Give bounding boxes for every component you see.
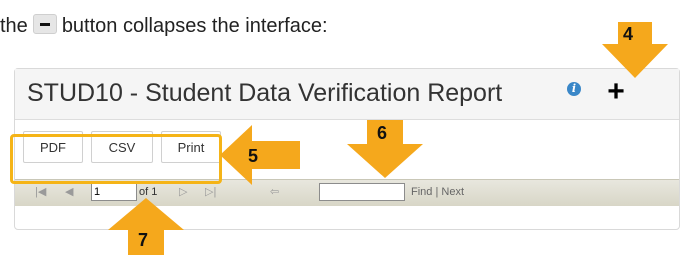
find-links: Find | Next: [411, 186, 464, 198]
instruction-before: the: [0, 15, 28, 37]
panel-header: STUD10 - Student Data Verification Repor…: [15, 69, 679, 120]
previous-page-icon[interactable]: ◀: [65, 185, 73, 199]
callout-label-5: 5: [248, 146, 259, 166]
instruction-text: the button collapses the interface:: [0, 14, 328, 38]
page-count-text: of 1: [139, 186, 158, 198]
plus-icon: +: [607, 75, 625, 108]
callout-arrow-5: [220, 125, 300, 185]
minus-icon: [32, 14, 57, 34]
next-link[interactable]: Next: [441, 186, 464, 198]
callout-label-6: 6: [377, 123, 388, 143]
callout-label-4: 4: [623, 24, 634, 44]
find-link[interactable]: Find: [411, 186, 432, 198]
expand-button[interactable]: +: [601, 75, 631, 109]
first-page-icon[interactable]: |◀: [35, 185, 46, 199]
info-icon[interactable]: i: [567, 82, 581, 96]
last-page-icon[interactable]: ▷|: [205, 185, 216, 199]
back-icon[interactable]: ⇦: [270, 185, 279, 199]
callout-label-7: 7: [138, 230, 149, 250]
separator: |: [435, 186, 439, 198]
find-input[interactable]: [319, 183, 405, 201]
callout-arrow-4: [602, 22, 668, 78]
export-highlight-box: [10, 134, 222, 184]
next-page-icon[interactable]: ▷: [179, 185, 187, 199]
instruction-after: button collapses the interface:: [61, 15, 328, 37]
report-title: STUD10 - Student Data Verification Repor…: [27, 79, 503, 107]
